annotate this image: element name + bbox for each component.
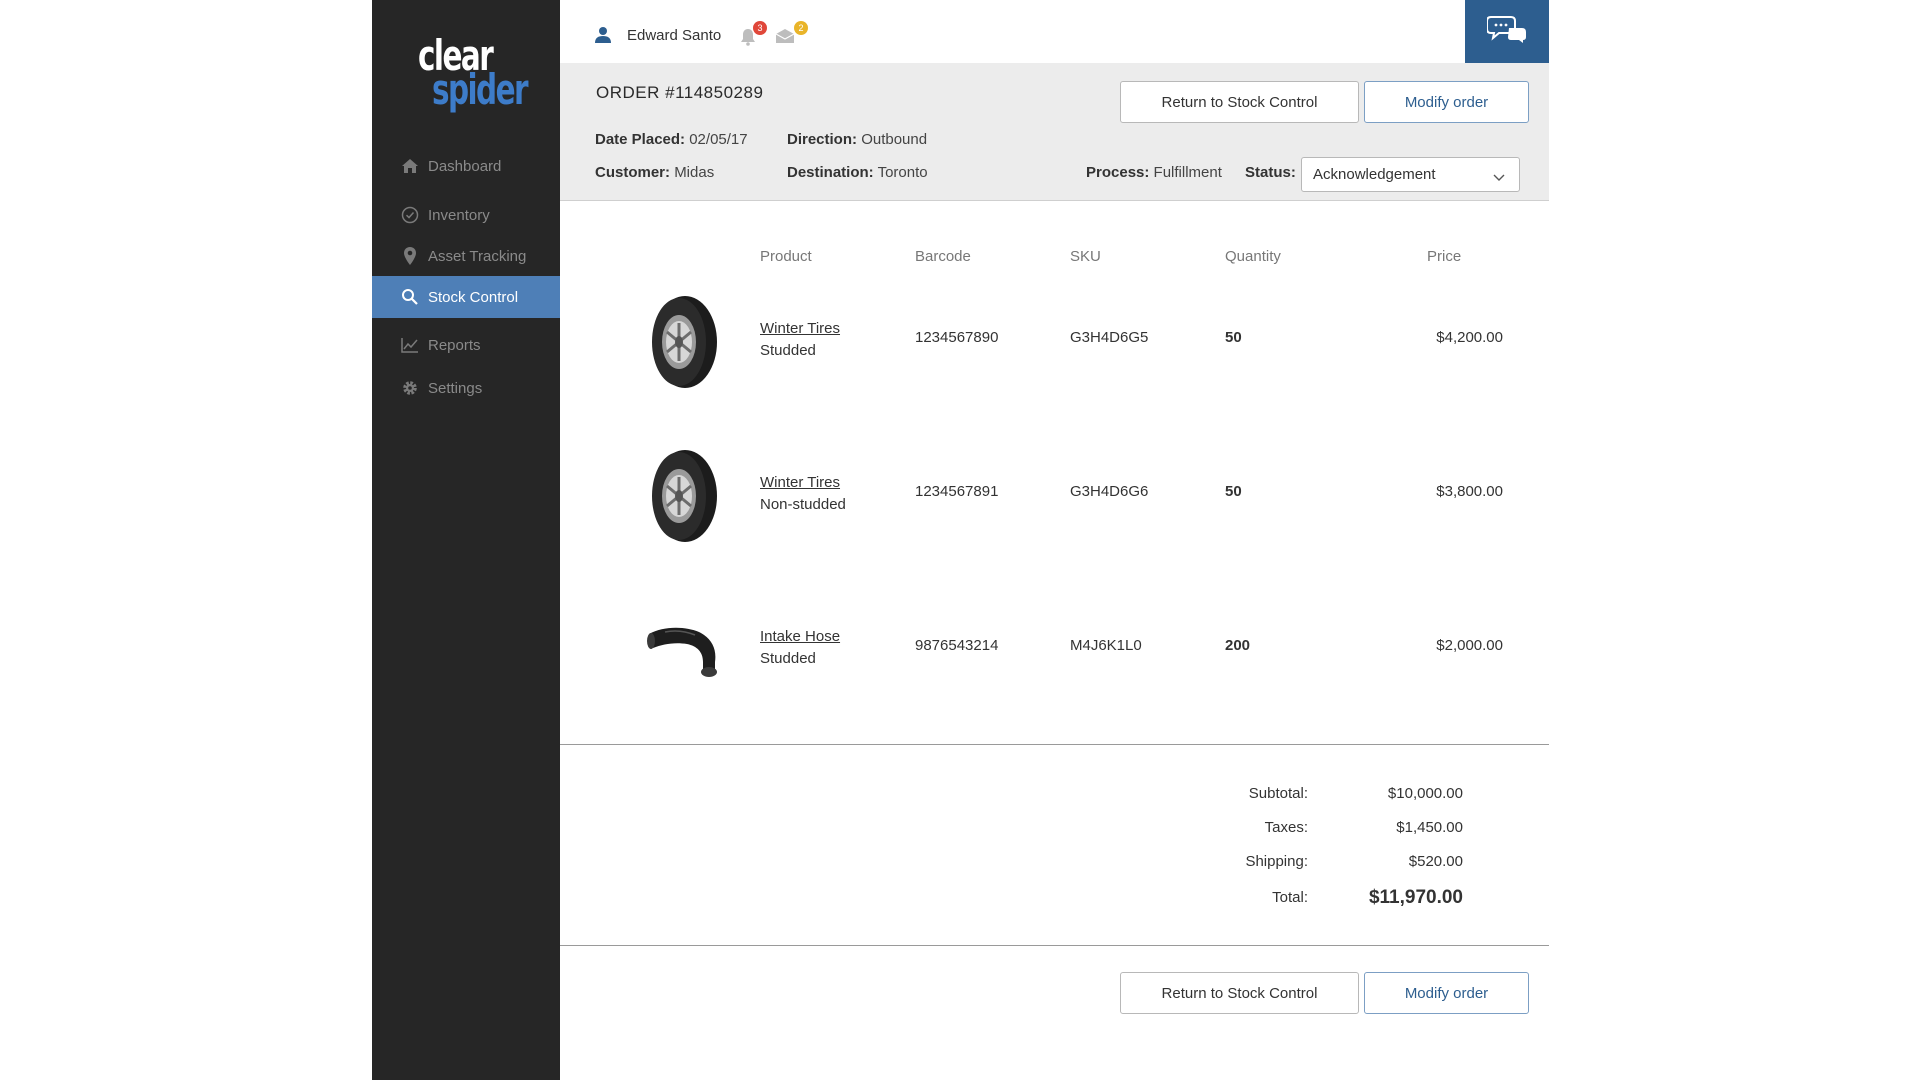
return-to-stock-control-button[interactable]: Return to Stock Control [1120,81,1359,123]
sidebar-item-label: Reports [428,336,481,354]
sidebar-item-stock-control[interactable]: Stock Control [372,276,560,318]
direction: Direction: Outbound [787,131,927,148]
price-cell: $2,000.00 [1436,637,1503,654]
table-row: Winter Tires Studded 1234567890 G3H4D6G5… [575,272,1505,412]
product-link[interactable]: Intake Hose [760,626,840,648]
envelope-icon[interactable] [775,28,795,49]
notifications-badge: 3 [753,21,767,35]
taxes-value: $1,450.00 [1396,819,1463,836]
product-name: Intake Hose Studded [760,626,840,670]
total-value: $11,970.00 [1368,887,1463,908]
user-name[interactable]: Edward Santo [627,27,721,44]
column-header-product: Product [760,248,812,265]
order-header: ORDER #114850289 Date Placed: 02/05/17 D… [560,63,1549,201]
process-value: Fulfillment [1153,164,1222,181]
quantity-cell: 200 [1225,637,1251,654]
quantity-cell: 50 [1225,329,1242,346]
check-circle-icon [400,205,420,225]
direction-label: Direction: [787,131,858,148]
product-variant: Non-studded [760,496,846,513]
hose-image [645,622,721,718]
sidebar-item-inventory[interactable]: Inventory [372,195,560,235]
column-header-sku: SKU [1070,248,1101,265]
sidebar: clear spider Dashboard Inventory Asset T… [372,0,560,1080]
sidebar-item-dashboard[interactable]: Dashboard [372,146,560,186]
barcode-cell: 9876543214 [915,637,999,654]
sidebar-item-settings[interactable]: Settings [372,368,560,408]
chat-bubbles-icon [1486,14,1527,49]
messages-badge: 2 [794,21,808,35]
top-bar: Edward Santo 3 2 [560,0,1549,63]
sidebar-item-label: Inventory [428,206,490,224]
destination: Destination: Toronto [787,164,928,181]
return-to-stock-control-button[interactable]: Return to Stock Control [1120,972,1359,1014]
product-link[interactable]: Winter Tires [760,472,846,494]
price-cell: $3,800.00 [1436,483,1503,500]
chevron-down-icon [1493,169,1505,186]
quantity-cell: 50 [1225,483,1242,500]
chat-button[interactable] [1465,0,1549,63]
product-variant: Studded [760,342,816,359]
barcode-cell: 1234567891 [915,483,999,500]
column-header-price: Price [1427,248,1462,265]
modify-order-button[interactable]: Modify order [1364,972,1529,1014]
sidebar-item-label: Settings [428,379,483,397]
sku-cell: G3H4D6G6 [1070,483,1149,500]
sidebar-item-label: Stock Control [428,288,519,306]
logo-line-2: spider [432,65,529,114]
sku-cell: G3H4D6G5 [1070,329,1149,346]
customer-value: Midas [674,164,715,181]
status-label: Status: [1245,164,1296,181]
status-value: Acknowledgement [1313,166,1436,183]
total-label: Total: [1272,889,1308,906]
customer-label: Customer: [595,164,671,181]
product-name: Winter Tires Studded [760,318,840,362]
map-pin-icon [400,246,420,266]
subtotal-label: Subtotal: [1248,785,1308,802]
modify-order-button[interactable]: Modify order [1364,81,1529,123]
process-label: Process: [1086,164,1150,181]
divider [560,744,1549,745]
table-row: Intake Hose Studded 9876543214 M4J6K1L0 … [575,580,1505,720]
destination-label: Destination: [787,164,874,181]
search-icon [400,287,420,307]
shipping-value: $520.00 [1408,853,1463,870]
customer: Customer: Midas [595,164,714,181]
table-row: Winter Tires Non-studded 1234567891 G3H4… [575,426,1505,566]
order-title: ORDER #114850289 [596,83,764,102]
line-chart-icon [400,335,420,355]
column-header-quantity: Quantity [1225,248,1281,265]
shipping-label: Shipping: [1245,853,1308,870]
sidebar-item-reports[interactable]: Reports [372,325,560,365]
gear-icon [400,378,420,398]
sidebar-item-label: Dashboard [428,157,502,175]
sidebar-item-asset-tracking[interactable]: Asset Tracking [372,236,560,276]
status-dropdown[interactable]: Acknowledgement [1301,157,1520,192]
tire-image [645,448,721,544]
destination-value: Toronto [877,164,928,181]
sku-cell: M4J6K1L0 [1070,637,1142,654]
product-link[interactable]: Winter Tires [760,318,840,340]
price-cell: $4,200.00 [1436,329,1503,346]
process: Process: Fulfillment [1086,164,1222,181]
taxes-label: Taxes: [1264,819,1308,836]
subtotal-value: $10,000.00 [1387,785,1463,802]
date-placed-value: 02/05/17 [689,131,748,148]
sidebar-item-label: Asset Tracking [428,247,527,265]
home-icon [400,156,420,176]
product-name: Winter Tires Non-studded [760,472,846,516]
tire-image [645,294,721,390]
clear-spider-logo[interactable]: clear spider [418,35,529,116]
date-placed-label: Date Placed: [595,131,686,148]
direction-value: Outbound [861,131,928,148]
product-variant: Studded [760,650,816,667]
user-icon[interactable] [594,26,612,49]
divider [560,945,1549,946]
date-placed: Date Placed: 02/05/17 [595,131,748,148]
barcode-cell: 1234567890 [915,329,999,346]
column-header-barcode: Barcode [915,248,971,265]
